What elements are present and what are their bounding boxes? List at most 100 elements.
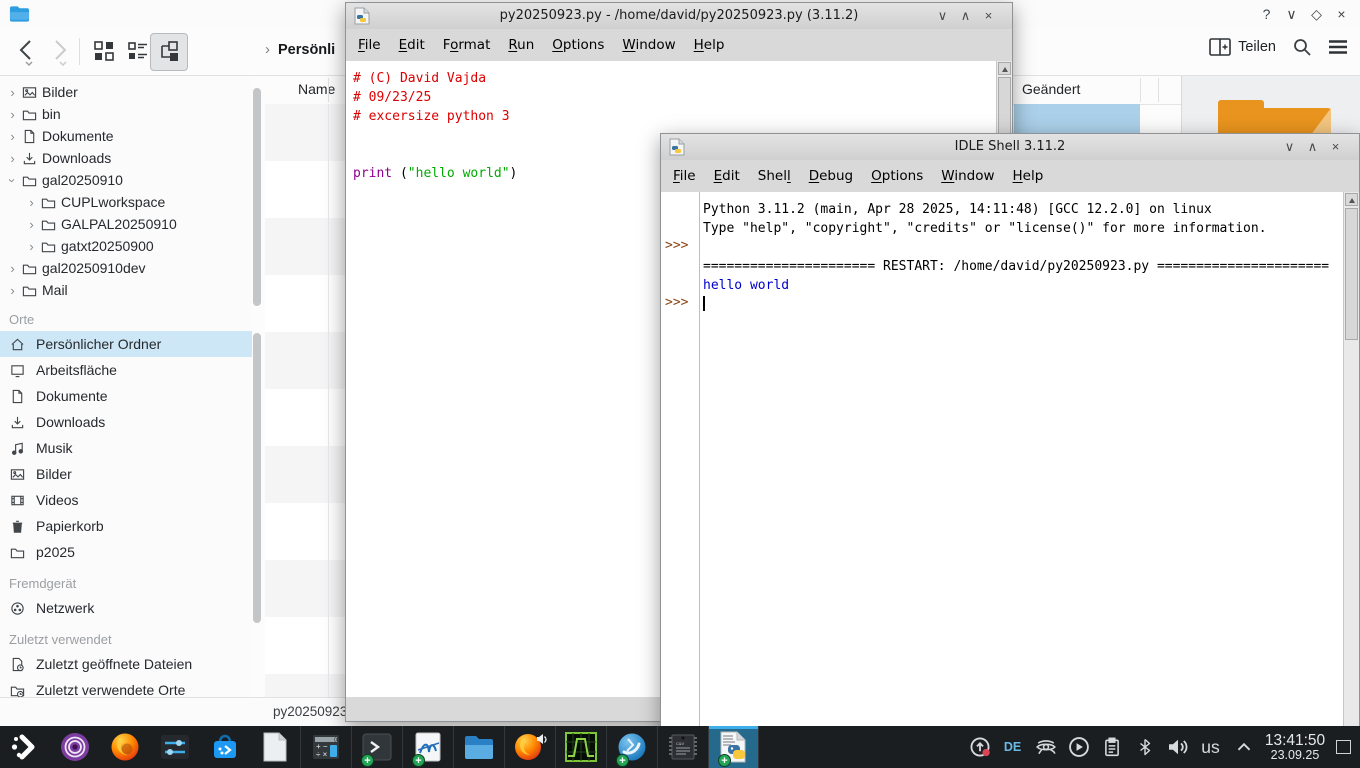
expander-chevron-icon[interactable]: › (25, 239, 38, 254)
close-button[interactable]: × (977, 7, 1000, 25)
place-item-netzwerk[interactable]: Netzwerk (0, 595, 252, 621)
minimize-button[interactable]: ∨ (1278, 138, 1301, 156)
tree-item-bin[interactable]: ›bin (0, 103, 252, 125)
table-row[interactable] (265, 617, 345, 674)
menu-options[interactable]: Options (862, 168, 932, 184)
bluetooth-icon[interactable] (1128, 726, 1161, 768)
expander-chevron-icon[interactable]: › (25, 217, 38, 232)
task-idle-python[interactable]: + (708, 726, 759, 768)
editor-titlebar[interactable]: py20250923.py - /home/david/py20250923.p… (346, 3, 1012, 30)
task-konqueror[interactable]: + (606, 726, 657, 768)
minimize-button[interactable]: ∨ (931, 7, 954, 25)
task-oscilloscope-app[interactable] (555, 726, 606, 768)
shell-scrollbar[interactable] (1343, 192, 1359, 765)
menu-edit[interactable]: Edit (705, 168, 749, 184)
table-row[interactable] (265, 218, 345, 275)
scroll-up-icon[interactable] (1345, 193, 1358, 206)
clipboard-icon[interactable] (1095, 726, 1128, 768)
split-view-button[interactable]: Teilen (1209, 38, 1276, 56)
menu-shell[interactable]: Shell (749, 168, 800, 184)
tree-item-bilder[interactable]: ›Bilder (0, 81, 252, 103)
place-item-arbeitsfl-che[interactable]: Arbeitsfläche (0, 357, 252, 383)
keyboard-layout-us[interactable]: us (1194, 726, 1227, 768)
breadcrumb[interactable]: › Persönli (265, 41, 344, 58)
back-icon[interactable] (14, 37, 40, 67)
digital-clock[interactable]: 13:41:50 23.09.25 (1262, 732, 1328, 763)
tree-item-gal20250910dev[interactable]: ›gal20250910dev (0, 257, 252, 279)
volume-icon[interactable] (1161, 726, 1194, 768)
place-item-zuletzt-ge-ffnete-dateien[interactable]: Zuletzt geöffnete Dateien (0, 651, 252, 677)
expander-chevron-icon[interactable]: › (25, 195, 38, 210)
table-row[interactable] (265, 446, 345, 503)
menu-file[interactable]: File (664, 168, 705, 184)
show-desktop-button[interactable] (1336, 740, 1351, 754)
tree-item-downloads[interactable]: ›Downloads (0, 147, 252, 169)
icons-view-icon[interactable] (86, 33, 122, 69)
menu-run[interactable]: Run (499, 37, 543, 53)
close-button[interactable]: × (1324, 138, 1347, 156)
breadcrumb-label[interactable]: Persönli (278, 42, 335, 58)
app-launcher-icon[interactable] (0, 726, 50, 768)
file-list[interactable] (265, 104, 345, 697)
place-item-pers-nlicher-ordner[interactable]: Persönlicher Ordner (0, 331, 252, 357)
table-row[interactable] (265, 674, 345, 697)
shell-text-area[interactable]: Python 3.11.2 (main, Apr 28 2025, 14:11:… (661, 192, 1344, 765)
tree-item-gatxt20250900[interactable]: ›gatxt20250900 (0, 235, 252, 257)
expander-chevron-icon[interactable]: › (6, 85, 19, 100)
place-item-dokumente[interactable]: Dokumente (0, 383, 252, 409)
hamburger-menu-icon[interactable] (1328, 39, 1348, 55)
search-icon[interactable] (1292, 37, 1312, 57)
sidebar-scrollbar[interactable] (253, 88, 261, 306)
details-view-icon[interactable] (150, 33, 188, 71)
minimize-button[interactable]: ∨ (1279, 4, 1304, 25)
maximize-button[interactable]: ◇ (1304, 4, 1329, 25)
place-item-musik[interactable]: Musik (0, 435, 252, 461)
expand-tray-icon[interactable] (1227, 726, 1260, 768)
place-item-papierkorb[interactable]: Papierkorb (0, 513, 252, 539)
maximize-button[interactable]: ∧ (1301, 138, 1324, 156)
help-button[interactable]: ? (1254, 4, 1279, 25)
task-chip-programmer[interactable]: C&V (657, 726, 708, 768)
table-row[interactable] (265, 275, 345, 332)
tree-item-gal20250910[interactable]: ›gal20250910 (0, 169, 252, 191)
tree-item-mail[interactable]: ›Mail (0, 279, 252, 301)
discover-icon[interactable] (200, 726, 250, 768)
task-calculator[interactable]: 0+ −÷ × (300, 726, 351, 768)
table-row[interactable] (265, 332, 345, 389)
table-row[interactable] (265, 560, 345, 617)
forward-icon[interactable] (48, 37, 74, 67)
place-item-bilder[interactable]: Bilder (0, 461, 252, 487)
expander-chevron-icon[interactable]: › (6, 107, 19, 122)
expander-chevron-icon[interactable]: › (6, 261, 19, 276)
column-name[interactable]: Name (298, 81, 335, 97)
table-row[interactable] (265, 104, 345, 161)
column-modified[interactable]: Geändert (1022, 81, 1080, 97)
expander-chevron-icon[interactable]: › (5, 174, 20, 187)
task-terminal[interactable]: + (351, 726, 402, 768)
expander-chevron-icon[interactable]: › (6, 151, 19, 166)
tree-item-cuplworkspace[interactable]: ›CUPLworkspace (0, 191, 252, 213)
scroll-up-icon[interactable] (998, 62, 1011, 75)
menu-format[interactable]: Format (434, 37, 500, 53)
places-scrollbar[interactable] (253, 333, 261, 623)
media-player-icon[interactable] (1062, 726, 1095, 768)
menu-help[interactable]: Help (1004, 168, 1053, 184)
expander-chevron-icon[interactable]: › (6, 283, 19, 298)
expander-chevron-icon[interactable]: › (6, 129, 19, 144)
menu-debug[interactable]: Debug (800, 168, 862, 184)
menu-window[interactable]: Window (932, 168, 1003, 184)
shell-titlebar[interactable]: IDLE Shell 3.11.2 ∨∧× (661, 134, 1359, 161)
keyboard-layout-de[interactable]: DE (996, 726, 1029, 768)
close-button[interactable]: × (1329, 4, 1354, 25)
place-item-downloads[interactable]: Downloads (0, 409, 252, 435)
maximize-button[interactable]: ∧ (954, 7, 977, 25)
tor-browser-icon[interactable] (50, 726, 100, 768)
task-dolphin-file-manager[interactable] (453, 726, 504, 768)
firefox-icon[interactable] (100, 726, 150, 768)
system-settings-icon[interactable] (150, 726, 200, 768)
tree-item-galpal20250910[interactable]: ›GALPAL20250910 (0, 213, 252, 235)
menu-file[interactable]: File (349, 37, 390, 53)
text-document-icon[interactable] (250, 726, 300, 768)
tree-item-dokumente[interactable]: ›Dokumente (0, 125, 252, 147)
menu-window[interactable]: Window (613, 37, 684, 53)
